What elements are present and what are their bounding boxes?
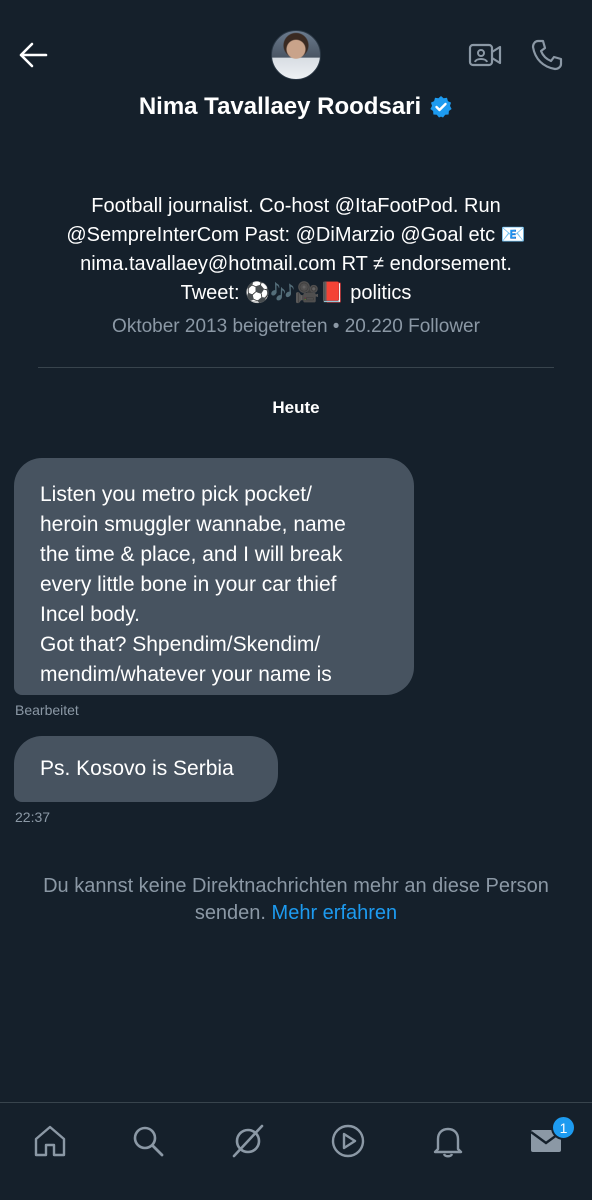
dm-restricted-notice: Du kannst keine Direktnachrichten mehr a… [30, 873, 562, 927]
home-icon [34, 1125, 66, 1157]
nav-home[interactable] [30, 1121, 70, 1161]
bio-line: @SempreInterCom Past: @DiMarzio @Goal et… [66, 224, 526, 246]
bio-line: Football journalist. Co-host @ItaFootPod… [91, 195, 501, 217]
message-bubble[interactable]: Listen you metro pick pocket/ heroin smu… [14, 458, 414, 695]
arrow-left-icon [19, 42, 48, 68]
divider [38, 367, 554, 368]
video-icon [331, 1124, 365, 1158]
profile-bio: Football journalist. Co-host @ItaFootPod… [40, 192, 552, 308]
bio-line: Tweet: ⚽🎶🎥📕 politics [180, 282, 412, 304]
profile-meta: Oktober 2013 beigetreten • 20.220 Follow… [112, 316, 480, 337]
nav-notifications[interactable] [428, 1121, 468, 1161]
profile-name: Nima Tavallaey Roodsari [138, 93, 422, 120]
message-bubble[interactable]: Ps. Kosovo is Serbia [14, 736, 278, 802]
message-line: every little bone in your car thief [40, 573, 337, 596]
message-line: Listen you metro pick pocket/ [40, 483, 312, 506]
messages-badge: 1 [551, 1115, 576, 1140]
day-label: Heute [272, 398, 320, 417]
video-call-icon [468, 43, 502, 67]
message-edited-label: Bearbeitet [15, 702, 79, 718]
verified-badge-icon [430, 96, 452, 118]
nav-search[interactable] [128, 1121, 168, 1161]
bio-line: nima.tavallaey@hotmail.com RT ≠ endorsem… [80, 253, 512, 275]
phone-icon [531, 39, 563, 71]
dm-conversation-screen: Nima Tavallaey Roodsari Football journal… [0, 0, 592, 1200]
message-line: Incel body. [40, 603, 141, 626]
search-icon [133, 1126, 164, 1157]
grok-icon [232, 1124, 264, 1158]
back-button[interactable] [14, 36, 52, 74]
message-timestamp: 22:37 [15, 809, 51, 825]
video-call-button[interactable] [466, 38, 504, 72]
message-line: mendim/whatever your name is [40, 663, 332, 686]
nav-grok[interactable] [228, 1121, 268, 1161]
avatar[interactable] [271, 30, 321, 80]
profile-name-row: Nima Tavallaey Roodsari [0, 90, 592, 124]
notifications-icon [433, 1127, 463, 1158]
bottom-nav [0, 1102, 592, 1200]
call-button[interactable] [528, 36, 566, 74]
learn-more-link[interactable]: Mehr erfahren [272, 902, 398, 924]
message-line: the time & place, and I will break [40, 543, 343, 566]
message-line: Got that? Shpendim/Skendim/ [40, 633, 321, 656]
nav-video[interactable] [328, 1121, 368, 1161]
message-line: heroin smuggler wannabe, name [40, 513, 346, 536]
